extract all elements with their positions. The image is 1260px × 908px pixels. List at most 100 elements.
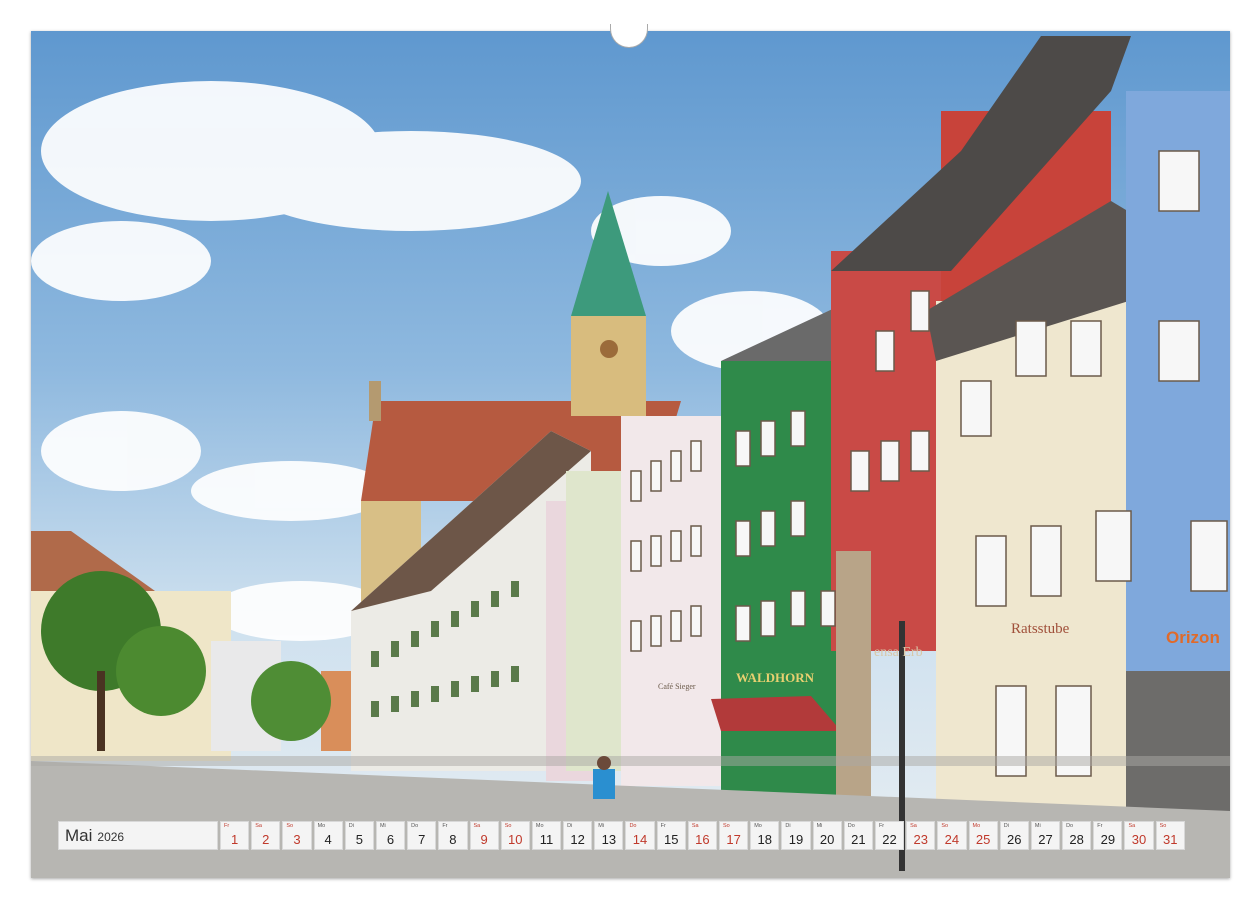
weekday-label: Di (567, 823, 573, 829)
weekday-label: Mo (754, 823, 762, 829)
day-cell: Do 7 (407, 821, 437, 850)
day-number: 20 (819, 832, 835, 847)
weekday-label: So (723, 823, 730, 829)
day-number: 14 (632, 832, 648, 847)
day-number: 29 (1100, 832, 1116, 847)
cafe-sign: Café Sieger (658, 682, 696, 691)
day-cell: Di 12 (563, 821, 593, 850)
day-cell: Mi 13 (594, 821, 624, 850)
old-town-street-illustration: WALDHORN Orizon Café Sieger Ratsstube en… (31, 36, 1230, 878)
weekday-label: Fr (442, 823, 448, 829)
weekday-label: Mo (535, 823, 544, 829)
weekday-label: Sa (691, 823, 699, 829)
orizon-sign: Orizon (1166, 628, 1220, 647)
weekday-label: Sa (255, 823, 262, 829)
weekday-label: Fr (660, 823, 666, 829)
day-number: 25 (975, 832, 991, 847)
day-cell: Mi 27 (1030, 821, 1061, 850)
weekday-label: Sa (910, 823, 917, 829)
day-number: 1 (230, 832, 239, 847)
waldhorn-sign: WALDHORN (736, 670, 815, 685)
day-number: 23 (913, 832, 928, 847)
day-cell: Mo 4 (313, 821, 343, 850)
day-number: 18 (757, 832, 773, 847)
weekday-label: Mo (972, 823, 981, 829)
day-number: 6 (386, 832, 395, 847)
weekday-label: Mi (379, 823, 386, 829)
weekday-label: So (286, 823, 294, 829)
day-cell: Di 19 (781, 821, 811, 850)
month-name: Mai (65, 825, 93, 845)
weekday-label: Do (411, 823, 419, 829)
day-number: 3 (293, 832, 301, 847)
day-number: 21 (851, 832, 866, 847)
day-number: 7 (418, 832, 426, 847)
weekday-label: Fr (1097, 823, 1103, 829)
day-number: 2 (262, 832, 270, 847)
day-cell: Mi 20 (812, 821, 842, 850)
day-number: 19 (788, 832, 804, 847)
weekday-label: Mi (816, 823, 823, 829)
day-cell: Sa 9 (469, 821, 499, 850)
weekday-label: Di (785, 823, 791, 829)
weekday-label: Fr (224, 823, 230, 829)
day-cell: Mi 6 (375, 821, 406, 850)
day-cell: So 24 (937, 821, 967, 850)
day-cell: Di 5 (344, 821, 374, 850)
calendar-photo: WALDHORN Orizon Café Sieger Ratsstube en… (31, 31, 1230, 878)
weekday-label: Mi (1034, 823, 1041, 829)
weekday-label: Sa (1128, 823, 1136, 829)
ratsstube-sign: Ratsstube (1011, 621, 1070, 637)
day-number: 24 (944, 832, 960, 847)
day-cell: Fr 22 (874, 821, 905, 850)
erb-sign: ensa Erb (874, 645, 923, 660)
day-number: 30 (1131, 832, 1147, 847)
weekday-label: Sa (473, 823, 481, 829)
day-cell: Do 28 (1062, 821, 1092, 850)
day-number: 12 (570, 832, 585, 847)
day-cell: Fr 29 (1093, 821, 1123, 850)
day-number: 17 (726, 832, 741, 847)
day-cell: Sa 16 (687, 821, 717, 850)
day-number: 27 (1038, 832, 1053, 847)
day-number: 13 (601, 832, 617, 847)
day-cell: Sa 23 (906, 821, 936, 850)
day-cell: Fr 1 (220, 821, 250, 850)
day-cell: Di 26 (999, 821, 1029, 850)
weekday-label: So (941, 823, 949, 829)
day-cell: Sa 30 (1124, 821, 1154, 850)
year: 2026 (97, 830, 125, 844)
weekday-label: Fr (878, 823, 885, 829)
day-number: 11 (539, 832, 554, 847)
weekday-label: So (504, 823, 512, 829)
day-cell: Mo 25 (968, 821, 998, 850)
calendar-strip: Mai 2026 Fr 1 Sa 2 So 3 Mo 4 Di 5 Mi 6 Do 7 Fr 8 Sa 9 So 10… (58, 821, 1187, 850)
day-number: 22 (882, 832, 897, 847)
day-number: 16 (695, 832, 710, 847)
day-cell: Mo 11 (531, 821, 562, 850)
weekday-label: Do (629, 823, 637, 829)
day-cells: Fr 1 Sa 2 So 3 Mo 4 Di 5 Mi 6 Do 7 Fr 8 Sa 9 So 10 Mo 11 Di 12 M… (220, 821, 1187, 850)
day-cell: Do 14 (625, 821, 655, 850)
day-cell: So 10 (500, 821, 530, 850)
day-cell: Fr 8 (438, 821, 468, 850)
day-number: 4 (324, 832, 332, 847)
day-number: 15 (663, 832, 679, 847)
weekday-label: Mi (598, 823, 605, 829)
day-number: 5 (355, 832, 363, 847)
day-cell: So 31 (1155, 821, 1185, 850)
day-number: 31 (1162, 832, 1178, 847)
day-cell: Mo 18 (750, 821, 780, 850)
weekday-label: Mo (317, 823, 326, 829)
day-number: 26 (1007, 832, 1022, 847)
weekday-label: Do (847, 823, 855, 829)
day-cell: So 17 (719, 821, 749, 850)
day-cell: So 3 (282, 821, 312, 850)
day-number: 9 (480, 832, 488, 847)
weekday-label: Di (1003, 823, 1009, 829)
day-cell: Do 21 (843, 821, 873, 850)
weekday-label: Di (348, 823, 354, 829)
day-number: 28 (1069, 832, 1084, 847)
day-cell: Fr 15 (656, 821, 686, 850)
day-number: 10 (508, 832, 523, 847)
